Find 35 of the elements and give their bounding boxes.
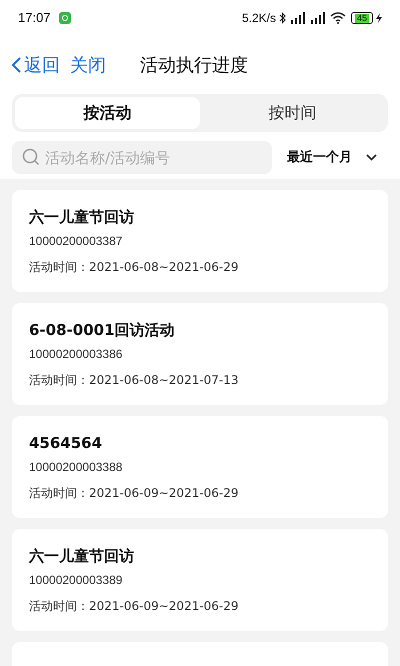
- activity-time: 活动时间：2021-06-08~2021-06-29: [29, 259, 240, 275]
- chevron-left-icon: [10, 56, 22, 74]
- activity-name: 六一儿童节回访: [29, 207, 135, 228]
- activity-name: 4564564: [29, 433, 104, 454]
- page-title: 活动执行进度: [140, 54, 248, 78]
- activity-time: 活动时间：2021-06-09~2021-06-29: [29, 485, 240, 501]
- activity-name: 6-08-0001回访活动: [29, 320, 176, 341]
- back-button[interactable]: 返回: [10, 52, 60, 78]
- charging-icon: [376, 13, 382, 23]
- activity-name: 六一儿童节回访: [29, 546, 135, 567]
- period-dropdown[interactable]: 最近一个月: [287, 148, 377, 168]
- search-field[interactable]: 活动名称/活动编号: [12, 141, 272, 174]
- activity-card[interactable]: 6-08-0001回访活动 10000200003386 活动时间：2021-06-08~2021-07-13: [12, 303, 388, 405]
- activity-code: 10000200003387: [29, 233, 124, 249]
- activity-card[interactable]: 六一儿童节回访 10000200003389 活动时间：2021-06-09~2021-06-29: [12, 529, 388, 631]
- activity-time: 活动时间：2021-06-08~2021-07-13: [29, 372, 240, 388]
- activity-time: 活动时间：2021-06-09~2021-06-29: [29, 598, 240, 614]
- activity-card[interactable]: 六一儿童节回访 10000200003387 活动时间：2021-06-08~2021-06-29: [12, 190, 388, 292]
- app-icon: [58, 12, 71, 24]
- signal-icon: [310, 12, 326, 24]
- search-icon: [22, 148, 40, 166]
- tab[interactable]: 按时间: [200, 97, 385, 129]
- battery-indicator: 45: [350, 12, 373, 24]
- status-time: 17:07: [18, 9, 51, 28]
- signal-icon: [290, 12, 306, 24]
- bluetooth-icon: [278, 12, 286, 24]
- activity-code: 10000200003389: [29, 572, 124, 588]
- wifi-icon: [330, 12, 346, 24]
- tab[interactable]: 按活动: [15, 97, 200, 129]
- activity-code: 10000200003386: [29, 346, 124, 362]
- activity-card[interactable]: 4564564 10000200003388 活动时间：2021-06-09~2021-06-29: [12, 416, 388, 518]
- close-button[interactable]: 关闭: [70, 52, 106, 78]
- network-speed: 5.2K/s: [242, 10, 276, 27]
- chevron-down-icon: [366, 154, 377, 161]
- activity-code: 10000200003388: [29, 459, 124, 475]
